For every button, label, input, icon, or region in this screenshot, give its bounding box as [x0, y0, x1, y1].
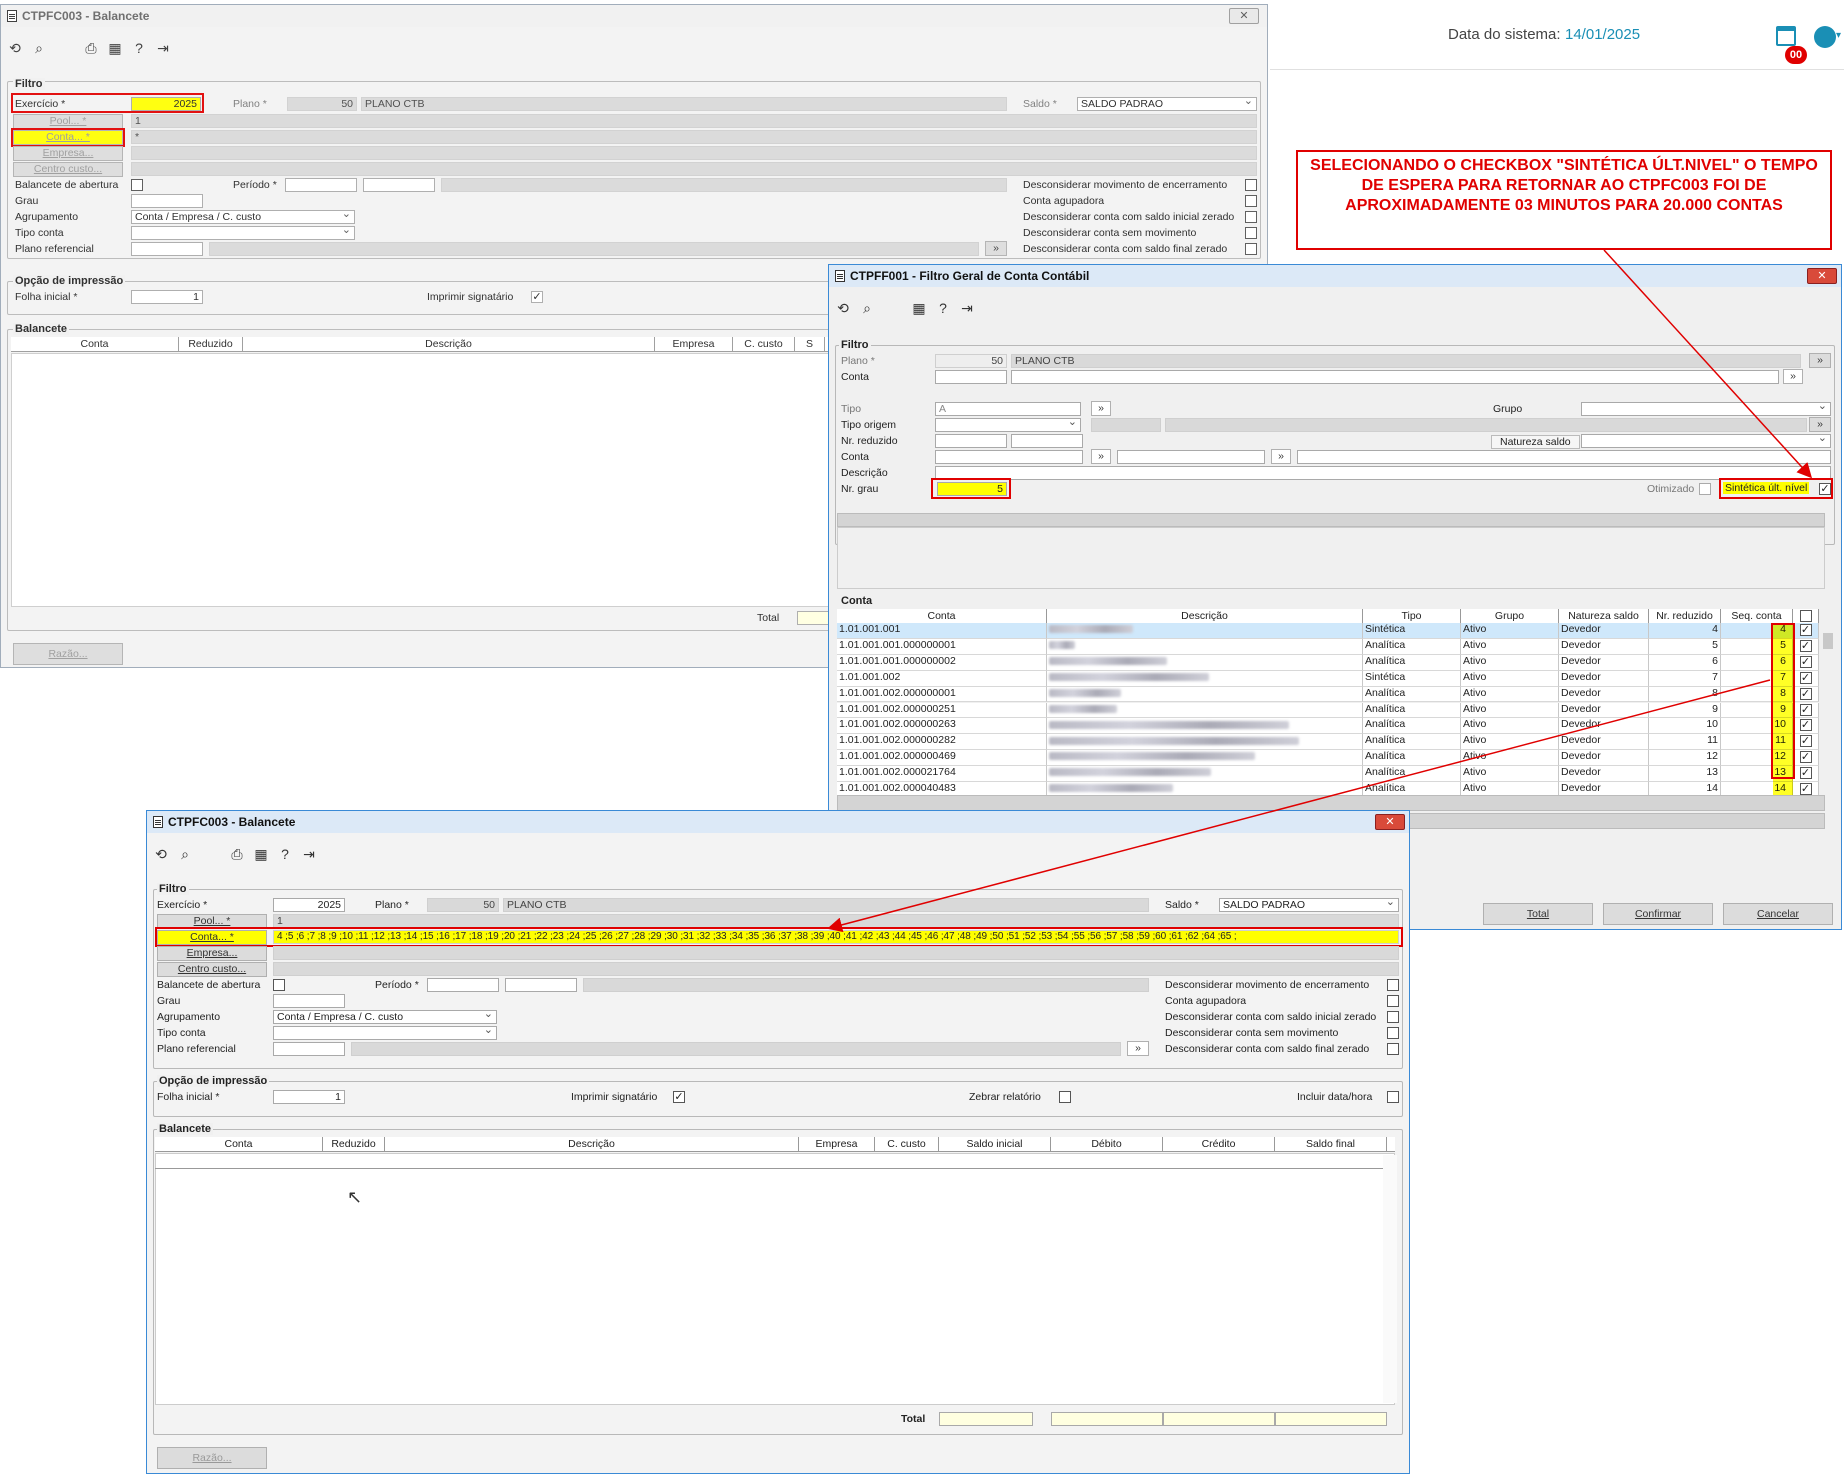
annotation-arrows [827, 249, 1813, 933]
arrow-seq-to-conta [827, 679, 1771, 933]
arrow-note-to-sintetica [1603, 249, 1813, 479]
